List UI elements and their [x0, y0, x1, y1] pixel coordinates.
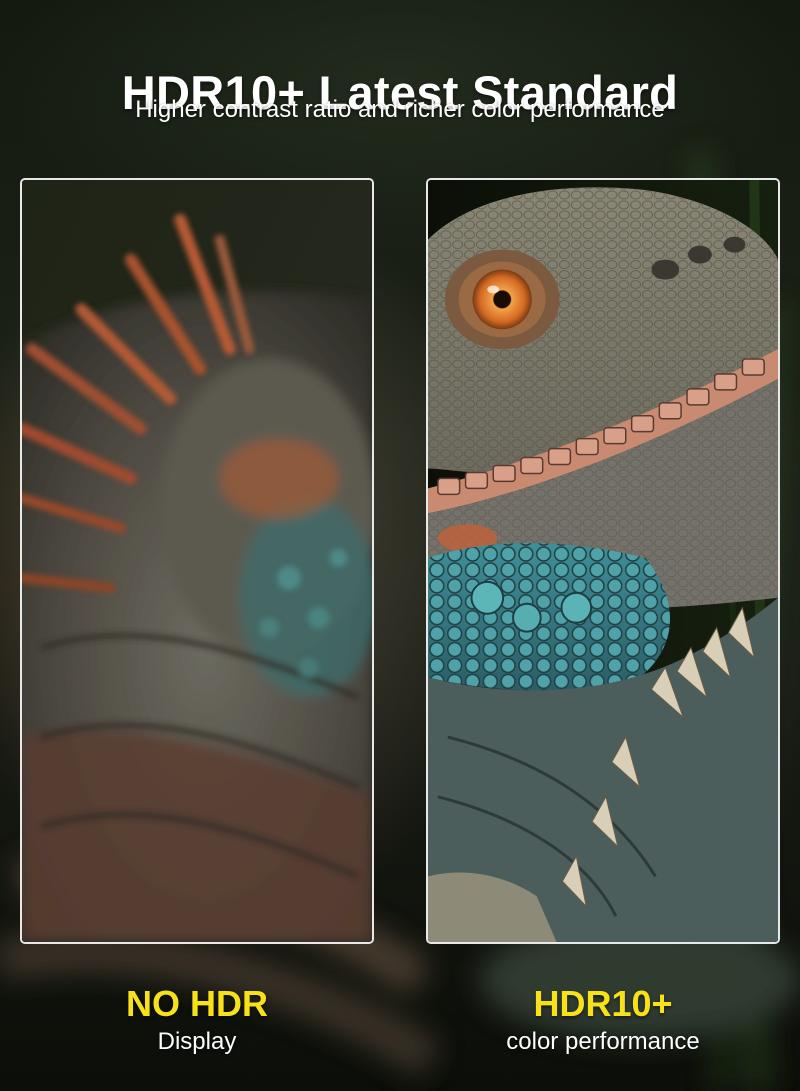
hdr10-plus-label: HDR10+	[533, 983, 673, 1024]
hdr10-plus-iguana-photo	[428, 180, 778, 942]
no-hdr-iguana-photo	[22, 180, 372, 942]
hdr10-plus-sublabel: color performance	[506, 1028, 700, 1055]
no-hdr-label: NO HDR	[126, 983, 268, 1024]
page-subtitle: Higher contrast ratio and richer color p…	[135, 96, 665, 123]
no-hdr-sublabel: Display	[157, 1028, 237, 1055]
no-hdr-image-panel	[20, 178, 374, 944]
hdr10-plus-image-panel	[426, 178, 780, 944]
